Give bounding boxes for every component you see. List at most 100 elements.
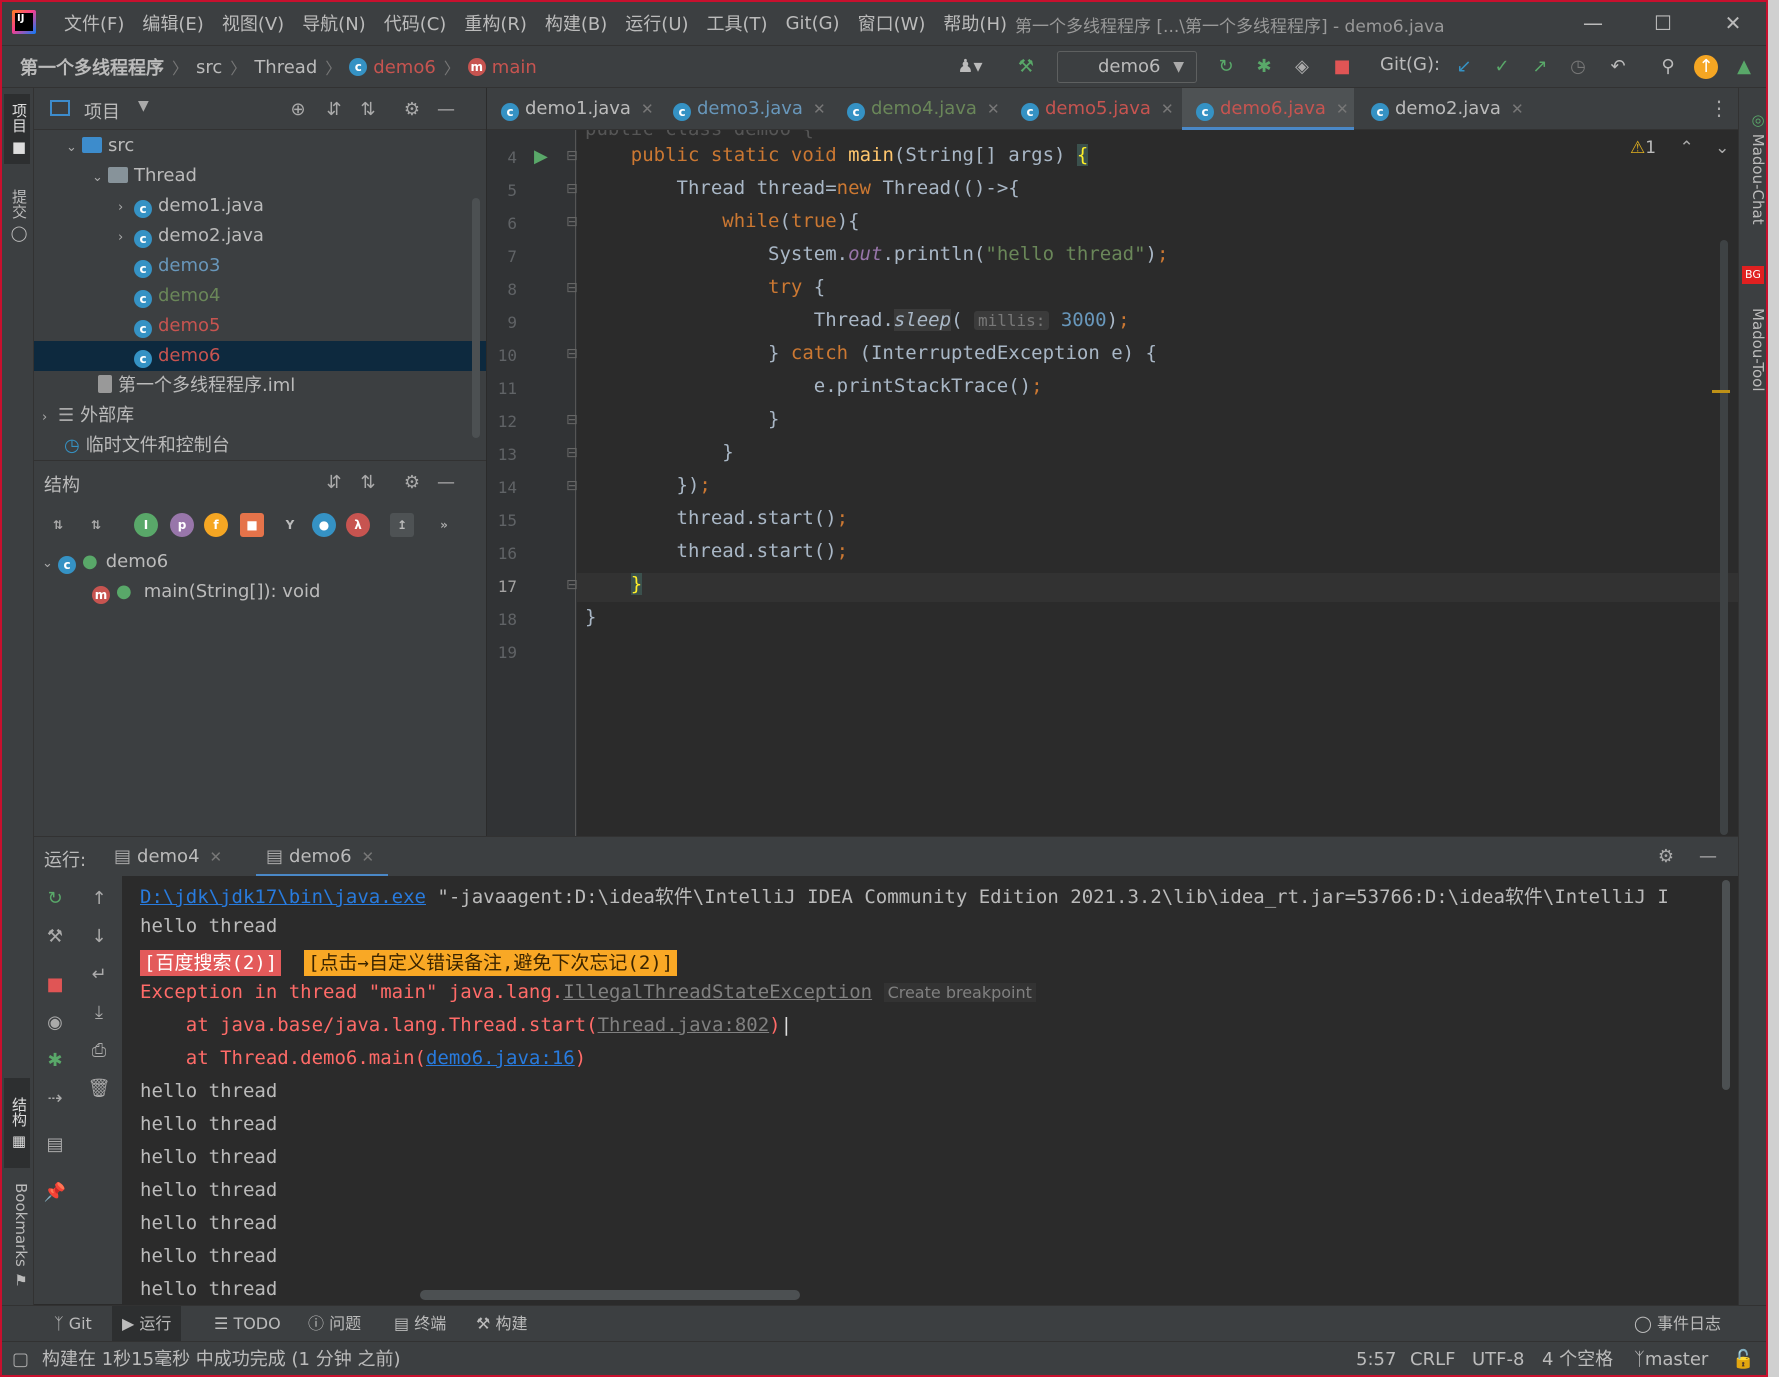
console-vertical-scrollbar[interactable] xyxy=(1722,880,1730,1090)
project-scrollbar[interactable] xyxy=(472,198,480,438)
breadcrumb-method[interactable]: main xyxy=(492,57,537,78)
autoscroll-icon[interactable]: ↥ xyxy=(390,513,414,537)
tree-item-demo5[interactable]: c demo5 xyxy=(34,311,486,341)
terminal-tool-button[interactable]: ▤ 终端 xyxy=(386,1306,454,1342)
inherited-icon[interactable]: I xyxy=(134,513,158,537)
console-horizontal-scrollbar[interactable] xyxy=(420,1290,800,1300)
run-configuration-select[interactable]: demo6 ▼ xyxy=(1057,51,1197,83)
event-log-tool-button[interactable]: ◯ 事件日志 xyxy=(1626,1306,1729,1342)
line-separator[interactable]: CRLF xyxy=(1410,1342,1455,1377)
baidu-search-badge[interactable]: [百度搜索(2)] xyxy=(140,950,282,976)
chevron-down-icon[interactable]: ▼ xyxy=(138,98,149,114)
commit-tool-tab[interactable]: 提交 ◯ xyxy=(4,180,30,250)
menu-edit[interactable]: 编辑(E) xyxy=(133,10,212,36)
sort-alpha-icon[interactable]: ⇅ xyxy=(46,513,70,537)
arrow-down-icon[interactable]: ↓ xyxy=(86,924,112,950)
fold-icon[interactable]: ⊟ xyxy=(566,346,578,362)
warning-stripe-marker[interactable] xyxy=(1712,390,1730,393)
locate-icon[interactable]: ⊕ xyxy=(286,98,310,122)
git-update-icon[interactable]: ↙ xyxy=(1452,55,1476,79)
rerun-icon[interactable]: ↻ xyxy=(42,886,68,912)
sort-visibility-icon[interactable]: ⇅ xyxy=(84,513,108,537)
tab-demo2[interactable]: c demo2.java ✕ xyxy=(1357,88,1524,130)
wrench-icon[interactable]: ⚒ xyxy=(42,924,68,950)
lock-icon[interactable]: 🔓 xyxy=(1732,1342,1754,1377)
scroll-to-end-icon[interactable]: ⤓ xyxy=(86,1000,112,1026)
pin-icon[interactable]: 📌 xyxy=(42,1180,68,1206)
camera-icon[interactable]: ◉ xyxy=(42,1010,68,1036)
tree-item-demo6[interactable]: c demo6 xyxy=(34,341,486,371)
rollback-icon[interactable]: ↶ xyxy=(1606,55,1630,79)
close-window-icon[interactable]: ✕ xyxy=(1716,6,1750,40)
git-commit-icon[interactable]: ✓ xyxy=(1490,55,1514,79)
stop-icon[interactable]: ■ xyxy=(42,972,68,998)
tab-demo4[interactable]: c demo4.java ✕ xyxy=(833,88,1000,130)
tree-item-scratches[interactable]: ◷ 临时文件和控制台 xyxy=(34,431,486,461)
fold-icon[interactable]: ⊟ xyxy=(566,445,578,461)
tree-item-src[interactable]: ⌄ src xyxy=(34,131,486,161)
git-tool-button[interactable]: ᛉ Git xyxy=(46,1306,100,1342)
bookmarks-tool-tab[interactable]: Bookmarks ⚑ xyxy=(4,1176,30,1296)
menu-view[interactable]: 视图(V) xyxy=(213,10,293,36)
update-icon[interactable]: ↑ xyxy=(1694,55,1718,79)
thread-java-link[interactable]: Thread.java:802 xyxy=(598,1014,770,1036)
arrow-up-icon[interactable]: ↑ xyxy=(86,886,112,912)
inspection-widget[interactable]: ⚠1 ⌃ ⌄ xyxy=(1630,138,1729,158)
fold-icon[interactable]: ⊟ xyxy=(566,478,578,494)
menu-code[interactable]: 代码(C) xyxy=(375,10,456,36)
debug-bug-icon[interactable]: ✱ xyxy=(42,1048,68,1074)
chevron-down-icon[interactable]: ⌄ xyxy=(1715,138,1729,158)
tree-item-demo3[interactable]: c demo3 xyxy=(34,251,486,281)
layout-icon[interactable]: ▤ xyxy=(42,1132,68,1158)
rerun-icon[interactable]: ↻ xyxy=(1214,55,1238,79)
run-tab-demo4[interactable]: ▤ demo4 ✕ xyxy=(114,837,222,877)
breadcrumb-project[interactable]: 第一个多线程程序 xyxy=(20,54,164,80)
breadcrumb-package[interactable]: Thread xyxy=(254,57,317,78)
madou-tool-tab[interactable]: Madou-Tool xyxy=(1741,290,1767,410)
hide-panel-icon[interactable]: — xyxy=(434,98,458,122)
madou-chat-tab[interactable]: ◎ Madou-Chat xyxy=(1741,98,1767,238)
fold-icon[interactable]: ⊟ xyxy=(566,214,578,230)
minimize-icon[interactable]: — xyxy=(1576,6,1610,40)
soft-wrap-icon[interactable]: ↵ xyxy=(86,962,112,988)
close-tab-icon[interactable]: ✕ xyxy=(210,848,223,866)
menu-run[interactable]: 运行(U) xyxy=(616,10,697,36)
stop-icon[interactable]: ■ xyxy=(1330,55,1354,79)
todo-tool-button[interactable]: ☰ TODO xyxy=(206,1306,289,1342)
field-icon[interactable]: f xyxy=(204,513,228,537)
tree-item-thread[interactable]: ⌄ Thread xyxy=(34,161,486,191)
maximize-icon[interactable]: ☐ xyxy=(1646,6,1680,40)
run-gutter-icon[interactable]: ▶ xyxy=(534,146,548,167)
custom-note-badge[interactable]: [点击→自定义错误备注,避免下次忘记(2)] xyxy=(304,950,678,976)
demo6-java-link[interactable]: demo6.java:16 xyxy=(426,1047,575,1069)
tree-item-external-libs[interactable]: › ☰ 外部库 xyxy=(34,401,486,431)
breadcrumb-class[interactable]: demo6 xyxy=(373,57,436,78)
tab-demo3[interactable]: c demo3.java ✕ xyxy=(659,88,826,130)
close-tab-icon[interactable]: ✕ xyxy=(641,100,654,118)
non-public-icon[interactable]: ■ xyxy=(240,513,264,537)
tool-windows-toggle-icon[interactable]: ▢ xyxy=(12,1342,29,1377)
login-icon[interactable]: ⇢ xyxy=(42,1086,68,1112)
gear-icon[interactable]: ⚙ xyxy=(400,98,424,122)
editor-scrollbar[interactable] xyxy=(1720,240,1728,835)
property-icon[interactable]: p xyxy=(170,513,194,537)
close-tab-icon[interactable]: ✕ xyxy=(1511,100,1524,118)
collapse-all-icon[interactable]: ⇅ xyxy=(356,98,380,122)
fold-icon[interactable]: ⊟ xyxy=(566,577,578,593)
anonymous-icon[interactable]: ● xyxy=(312,513,336,537)
menu-build[interactable]: 构建(B) xyxy=(536,10,616,36)
menu-help[interactable]: 帮助(H) xyxy=(934,10,1016,36)
caret-position[interactable]: 5:57 xyxy=(1356,1342,1396,1377)
status-message[interactable]: 构建在 1秒15毫秒 中成功完成 (1 分钟 之前) xyxy=(42,1342,400,1377)
file-encoding[interactable]: UTF-8 xyxy=(1472,1342,1524,1377)
project-tool-tab[interactable]: 项目 ■ xyxy=(4,94,30,164)
print-icon[interactable]: ⎙ xyxy=(86,1038,112,1064)
tab-demo5[interactable]: c demo5.java ✕ xyxy=(1007,88,1174,130)
indent-setting[interactable]: 4 个空格 xyxy=(1542,1342,1613,1377)
java-exe-link[interactable]: D:\jdk\jdk17\bin\java.exe xyxy=(140,886,426,908)
tree-item-demo2[interactable]: › c demo2.java xyxy=(34,221,486,251)
debug-bug-icon[interactable]: ✱ xyxy=(1252,55,1276,79)
structure-item-class[interactable]: ⌄ c ● demo6 xyxy=(34,547,486,577)
create-breakpoint-link[interactable]: Create breakpoint xyxy=(883,983,1036,1002)
fold-icon[interactable]: ⊟ xyxy=(566,148,578,164)
